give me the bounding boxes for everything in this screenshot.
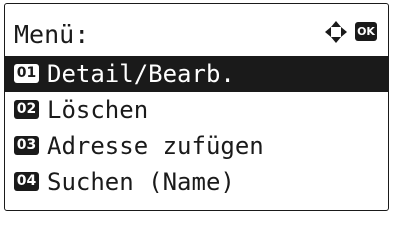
menu-title: Menü: — [14, 20, 90, 49]
ok-key-icon: OK — [355, 22, 377, 41]
menu-item-number: 01 — [14, 64, 39, 83]
menu-item-detail-edit[interactable]: 01 Detail/Bearb. — [5, 56, 388, 92]
menu-item-number: 03 — [14, 136, 39, 155]
menu-item-label: Löschen — [47, 96, 149, 124]
menu-item-delete[interactable]: 02 Löschen — [5, 92, 388, 128]
menu-item-search-name[interactable]: 04 Suchen (Name) — [5, 164, 388, 200]
menu-item-add-address[interactable]: 03 Adresse zufügen — [5, 128, 388, 164]
lcd-menu-panel: Menü: OK 01 Detail/Bearb. 02 Löschen 03 … — [4, 3, 389, 211]
four-way-arrow-icon — [325, 21, 347, 43]
menu-item-label: Adresse zufügen — [47, 132, 264, 160]
menu-item-label: Detail/Bearb. — [47, 60, 235, 88]
menu-item-number: 02 — [14, 100, 39, 119]
menu-item-label: Suchen (Name) — [47, 168, 235, 196]
menu-header: Menü: OK — [5, 16, 388, 54]
menu-item-number: 04 — [14, 172, 39, 191]
menu-list: 01 Detail/Bearb. 02 Löschen 03 Adresse z… — [5, 56, 388, 200]
